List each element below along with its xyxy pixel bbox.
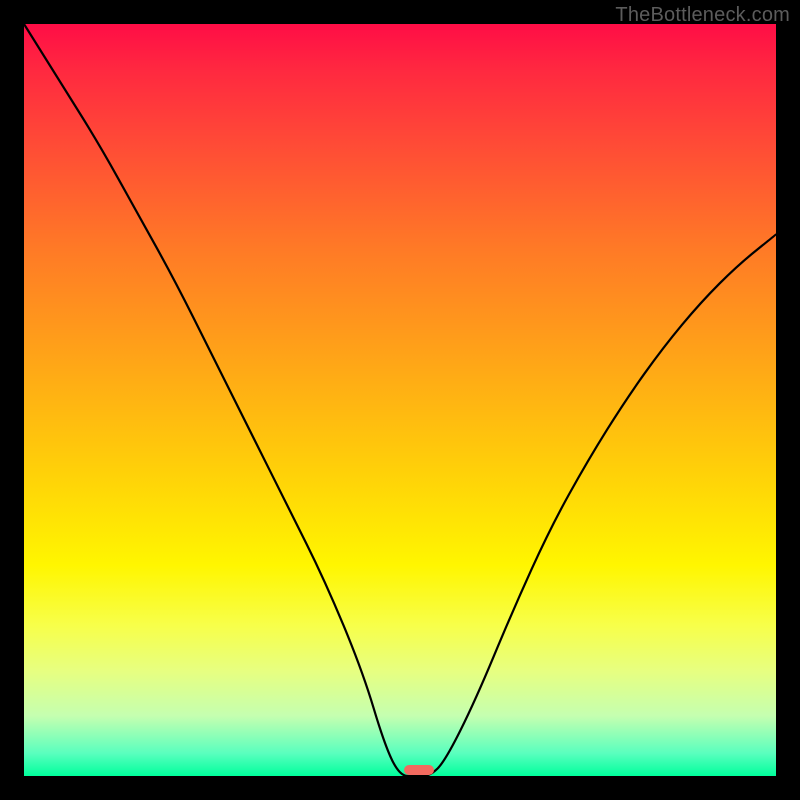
plot-area bbox=[24, 24, 776, 776]
watermark-text: TheBottleneck.com bbox=[615, 4, 790, 27]
bottleneck-curve bbox=[24, 24, 776, 776]
optimum-marker bbox=[404, 765, 434, 775]
chart-frame: TheBottleneck.com bbox=[0, 0, 800, 800]
